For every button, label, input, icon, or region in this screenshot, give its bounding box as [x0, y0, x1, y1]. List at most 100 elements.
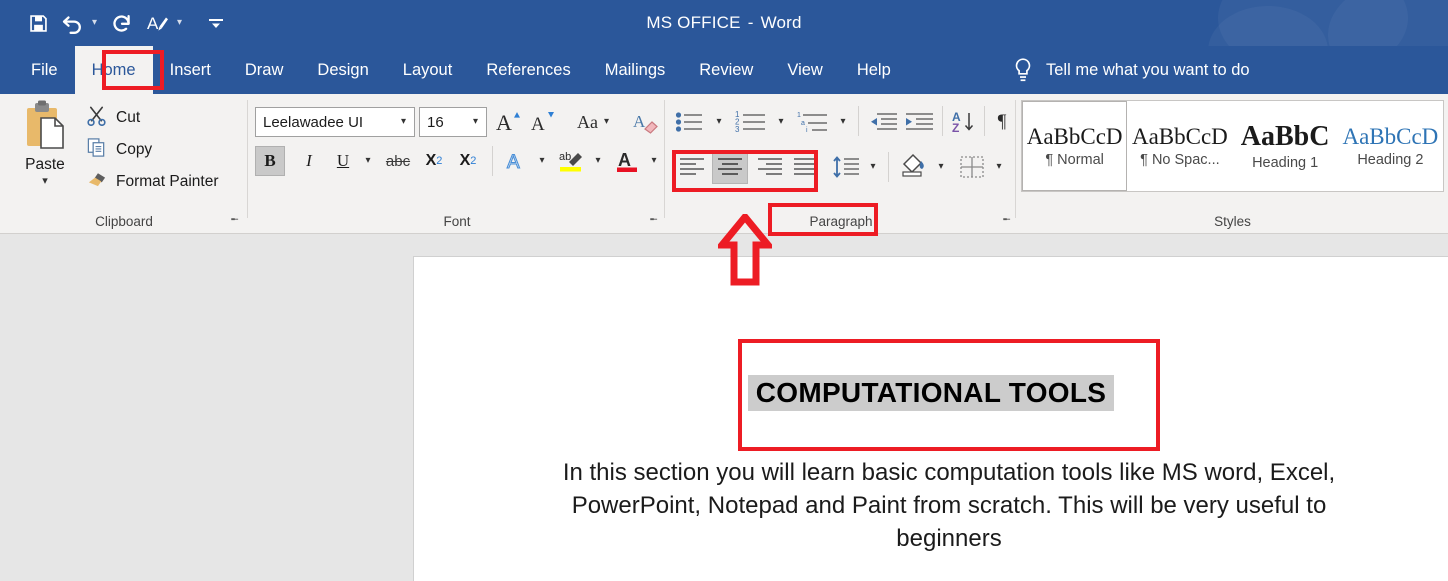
- styles-group-label: Styles: [1214, 214, 1251, 229]
- strikethrough-button[interactable]: abc: [381, 146, 415, 176]
- align-left-button[interactable]: [676, 152, 708, 182]
- bold-button[interactable]: B: [255, 146, 285, 176]
- line-spacing-dropdown-caret[interactable]: ▾: [864, 152, 882, 182]
- style-preview: AaBbCcD: [1342, 124, 1439, 149]
- shrink-font-button[interactable]: A: [527, 107, 559, 137]
- tab-layout[interactable]: Layout: [386, 46, 470, 94]
- borders-button[interactable]: [956, 152, 988, 182]
- underline-button[interactable]: U: [329, 146, 357, 176]
- tell-me-search[interactable]: Tell me what you want to do: [1012, 46, 1250, 94]
- multilevel-list-dropdown-caret[interactable]: ▾: [834, 107, 852, 137]
- save-icon[interactable]: [22, 6, 55, 40]
- styles-gallery: AaBbCcD ¶ Normal AaBbCcD ¶ No Spac... Aa…: [1021, 100, 1444, 192]
- tab-home[interactable]: Home: [74, 46, 153, 94]
- format-painter-button[interactable]: Format Painter: [86, 170, 219, 194]
- undo-dropdown-caret[interactable]: ▾: [91, 6, 104, 40]
- shading-button[interactable]: [896, 150, 930, 180]
- align-right-button[interactable]: [754, 152, 786, 182]
- paste-icon: [27, 100, 64, 149]
- style-label: ¶ No Spac...: [1140, 152, 1220, 168]
- shading-dropdown-caret[interactable]: ▾: [932, 152, 950, 182]
- font-color-button[interactable]: A: [611, 146, 643, 176]
- style-item-no-spacing[interactable]: AaBbCcD ¶ No Spac...: [1127, 101, 1233, 191]
- font-family-caret[interactable]: ▾: [397, 117, 414, 127]
- bullets-dropdown-caret[interactable]: ▾: [710, 107, 728, 137]
- style-item-normal[interactable]: AaBbCcD ¶ Normal: [1022, 101, 1128, 191]
- svg-text:A: A: [496, 110, 512, 135]
- ribbon-group-clipboard: Paste ▾ Cut Copy Format Painter Clipboar…: [0, 94, 248, 234]
- italic-button[interactable]: I: [295, 146, 323, 176]
- document-title: COMPUTATIONAL TOOLS: [747, 375, 1115, 411]
- copy-label: Copy: [116, 141, 153, 158]
- subscript-button[interactable]: X2: [419, 146, 449, 176]
- undo-icon[interactable]: [55, 6, 91, 40]
- superscript-button[interactable]: X2: [453, 146, 483, 176]
- tab-help[interactable]: Help: [840, 46, 908, 94]
- repeat-style-dropdown-caret[interactable]: ▾: [176, 6, 189, 40]
- svg-text:A: A: [531, 114, 545, 135]
- svg-text:A: A: [618, 150, 631, 170]
- font-size-caret[interactable]: ▾: [469, 117, 486, 127]
- document-title-line: COMPUTATIONAL TOOLS: [414, 375, 1448, 411]
- text-highlight-dropdown-caret[interactable]: ▾: [589, 146, 607, 176]
- numbering-dropdown-caret[interactable]: ▾: [772, 107, 790, 137]
- sort-button[interactable]: AZ: [950, 107, 980, 137]
- multilevel-list-button[interactable]: 1ai: [794, 107, 832, 137]
- font-family-value: Leelawadee UI: [263, 113, 364, 131]
- borders-dropdown-caret[interactable]: ▾: [990, 152, 1008, 182]
- customize-qat-icon[interactable]: [201, 6, 231, 40]
- show-formatting-button[interactable]: ¶: [990, 107, 1014, 137]
- clear-formatting-button[interactable]: A: [631, 107, 661, 137]
- style-item-heading-2[interactable]: AaBbCcD Heading 2: [1337, 101, 1444, 191]
- align-center-button[interactable]: [712, 150, 748, 184]
- font-dialog-launcher[interactable]: ╾: [650, 215, 657, 226]
- repeat-style-icon[interactable]: A: [140, 6, 176, 40]
- font-size-combobox[interactable]: 16 ▾: [419, 107, 487, 137]
- svg-text:1: 1: [797, 112, 801, 119]
- tab-mailings[interactable]: Mailings: [588, 46, 683, 94]
- font-group-label: Font: [443, 214, 471, 229]
- document-canvas: COMPUTATIONAL TOOLS In this section you …: [0, 235, 1448, 581]
- decrease-indent-button[interactable]: [866, 107, 900, 137]
- paste-button[interactable]: Paste ▾: [12, 100, 78, 202]
- increase-indent-button[interactable]: [902, 107, 936, 137]
- text-effects-button[interactable]: A: [501, 146, 531, 176]
- font-family-combobox[interactable]: Leelawadee UI ▾: [255, 107, 415, 137]
- paste-dropdown-caret[interactable]: ▾: [42, 176, 48, 187]
- tab-view[interactable]: View: [770, 46, 839, 94]
- text-effects-dropdown-caret[interactable]: ▾: [533, 146, 551, 176]
- format-painter-label: Format Painter: [116, 173, 219, 190]
- justify-button[interactable]: [790, 152, 822, 182]
- font-color-dropdown-caret[interactable]: ▾: [645, 146, 663, 176]
- tab-references[interactable]: References: [469, 46, 587, 94]
- copy-icon: [86, 137, 107, 163]
- tell-me-label: Tell me what you want to do: [1046, 60, 1250, 79]
- change-case-button[interactable]: Aa ▾: [567, 107, 619, 137]
- cut-button[interactable]: Cut: [86, 106, 140, 130]
- text-highlight-button[interactable]: ab: [555, 146, 587, 176]
- grow-font-button[interactable]: A: [493, 107, 525, 137]
- clipboard-dialog-launcher[interactable]: ╾: [231, 215, 238, 226]
- bullets-button[interactable]: [672, 107, 708, 137]
- font-size-value: 16: [427, 113, 444, 131]
- document-page[interactable]: COMPUTATIONAL TOOLS In this section you …: [413, 256, 1448, 581]
- clipboard-group-label: Clipboard: [95, 214, 153, 229]
- copy-button[interactable]: Copy: [86, 138, 152, 162]
- cut-label: Cut: [116, 109, 141, 126]
- window-title-separator: -: [747, 13, 754, 32]
- tab-draw[interactable]: Draw: [228, 46, 301, 94]
- tab-insert[interactable]: Insert: [153, 46, 228, 94]
- tab-file[interactable]: File: [14, 46, 75, 94]
- ribbon-tab-strip: File Home Insert Draw Design Layout Refe…: [0, 46, 1448, 94]
- underline-dropdown-caret[interactable]: ▾: [359, 146, 377, 176]
- style-preview: AaBbCcD: [1131, 124, 1228, 149]
- paste-label: Paste: [25, 156, 65, 173]
- redo-icon[interactable]: [104, 6, 140, 40]
- style-item-heading-1[interactable]: AaBbC Heading 1: [1232, 101, 1338, 191]
- paragraph-dialog-launcher[interactable]: ╾: [1003, 215, 1010, 226]
- tab-review[interactable]: Review: [682, 46, 770, 94]
- paragraph-group-label: Paragraph: [809, 214, 873, 229]
- tab-design[interactable]: Design: [300, 46, 385, 94]
- line-spacing-button[interactable]: [830, 152, 862, 182]
- numbering-button[interactable]: 123: [732, 107, 770, 137]
